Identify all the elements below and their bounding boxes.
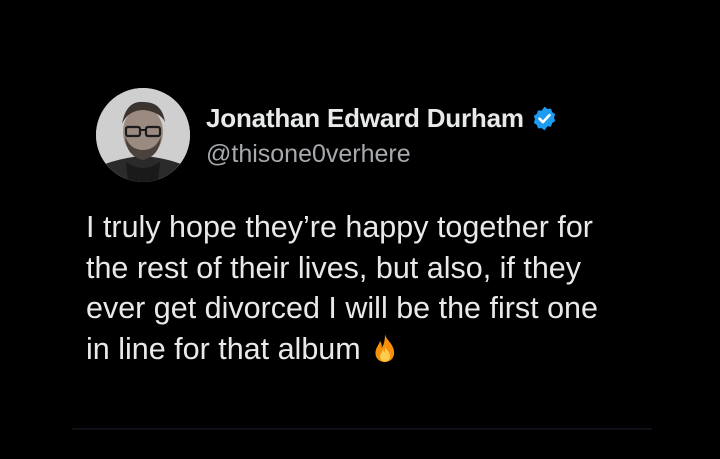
author-handle[interactable]: @thisone0verhere xyxy=(206,140,411,169)
tweet-card: Jonathan Edward Durham @thisone0verhere … xyxy=(0,0,720,459)
avatar[interactable] xyxy=(96,88,190,182)
tweet-text-line: I truly hope they’re happy together for xyxy=(86,210,593,244)
tweet-divider xyxy=(72,428,652,430)
tweet-text-line: the rest of their lives, but also, if th… xyxy=(86,250,582,285)
tweet-text-line: in line for that album xyxy=(86,331,361,366)
avatar-portrait xyxy=(96,88,190,182)
verified-badge-icon xyxy=(531,105,558,132)
tweet-text: I truly hope they’re happy together for … xyxy=(86,207,686,369)
author-display-name[interactable]: Jonathan Edward Durham xyxy=(206,103,524,134)
tweet-text-line: ever get divorced I will be the first on… xyxy=(86,291,598,325)
fire-icon xyxy=(369,332,401,364)
tweet-text-line-last: in line for that album xyxy=(86,329,686,370)
author-name-row: Jonathan Edward Durham xyxy=(206,100,558,136)
